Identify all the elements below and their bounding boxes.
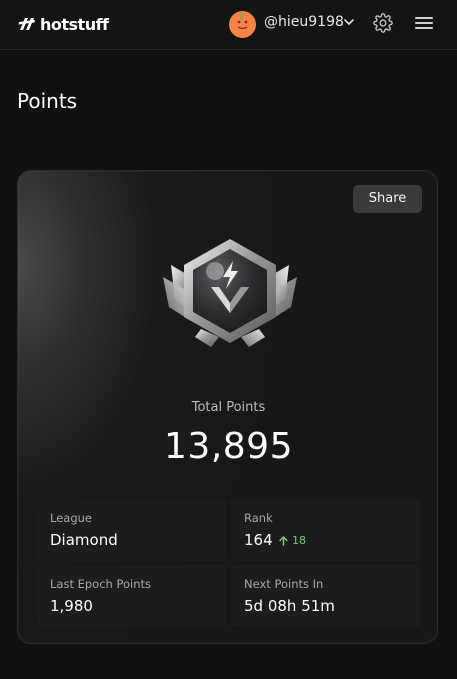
diamond-league-badge-icon — [163, 239, 297, 347]
stat-label: League — [50, 511, 92, 525]
logo[interactable]: hotstuff — [18, 13, 109, 35]
stat-last-epoch-points: Last Epoch Points 1,980 — [37, 565, 226, 627]
stat-value: 5d 08h 51m — [244, 597, 335, 615]
chevron-down-icon[interactable] — [343, 16, 355, 28]
arrow-up-icon — [279, 535, 288, 546]
username[interactable]: @hieu9198 — [264, 14, 344, 30]
gear-icon[interactable] — [373, 13, 393, 33]
stat-label: Next Points In — [244, 577, 324, 591]
avatar[interactable] — [229, 11, 256, 38]
rank-delta-value: 18 — [292, 534, 306, 547]
logo-text: hotstuff — [40, 14, 109, 34]
stat-label: Last Epoch Points — [50, 577, 152, 591]
rank-delta: 18 — [279, 534, 306, 547]
total-points-value: 13,895 — [164, 426, 293, 467]
page-title: Points — [17, 89, 78, 113]
stat-label: Rank — [244, 511, 273, 525]
top-bar: hotstuff @hieu9198 — [0, 0, 457, 50]
stat-league: League Diamond — [37, 499, 226, 561]
stat-value: Diamond — [50, 531, 118, 549]
stat-value: 1,980 — [50, 597, 93, 615]
stat-rank: Rank 164 18 — [231, 499, 420, 561]
stat-next-points-in: Next Points In 5d 08h 51m — [231, 565, 420, 627]
points-card: Share Total Points 13,895 League Diamond… — [17, 170, 438, 644]
logo-icon — [18, 18, 35, 30]
total-points-label: Total Points — [191, 400, 266, 415]
share-button[interactable]: Share — [353, 185, 422, 213]
stat-value: 164 — [244, 531, 273, 549]
menu-icon[interactable] — [414, 15, 434, 31]
